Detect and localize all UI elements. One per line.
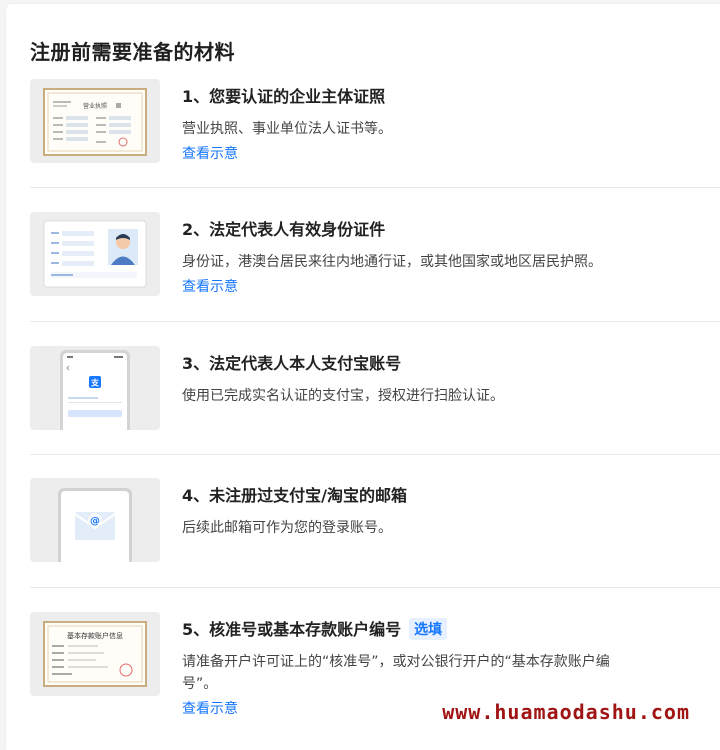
item-title-text: 5、核准号或基本存款账户编号: [182, 620, 402, 639]
view-example-link[interactable]: 查看示意: [182, 276, 238, 296]
item-description: 身份证，港澳台居民来往内地通行证，或其他国家或地区居民护照。: [182, 254, 602, 270]
item-description: 请准备开户许可证上的“核准号”，或对公银行开户的“基本存款账户编号”。: [182, 654, 610, 692]
item-description: 使用已完成实名认证的支付宝，授权进行扫脸认证。: [182, 388, 504, 404]
watermark: www.huamaodashu.com: [442, 700, 690, 724]
view-example-link[interactable]: 查看示意: [182, 698, 238, 718]
item-title: 3、法定代表人本人支付宝账号: [182, 354, 402, 373]
alipay-phone-thumbnail: 支: [30, 346, 160, 430]
list-item-alipay-account: 支 3、法定代表人本人支付宝账号 使用已完成实名认证的支付宝，授权进行扫脸认证。: [30, 346, 720, 436]
page-title: 注册前需要准备的材料: [30, 40, 235, 64]
item-title: 2、法定代表人有效身份证件: [182, 220, 386, 239]
svg-text:@: @: [90, 516, 100, 527]
item-description: 营业执照、事业单位法人证书等。: [182, 121, 392, 137]
email-thumbnail: @: [30, 478, 160, 562]
license-doc-title: 营业执照: [83, 102, 107, 110]
bank-certificate-thumbnail: 基本存款账户信息: [30, 612, 160, 696]
divider: [30, 187, 720, 188]
id-card-thumbnail: [30, 212, 160, 296]
item-description: 后续此邮箱可作为您的登录账号。: [182, 520, 392, 536]
materials-card: 注册前需要准备的材料 营业执照 1、您要认证的企业主体证照 营业执照、事业单位法…: [6, 4, 720, 750]
optional-tag: 选填: [409, 618, 448, 640]
business-license-thumbnail: 营业执照: [30, 79, 160, 163]
alipay-icon: 支: [90, 378, 100, 388]
list-item-business-license: 营业执照 1、您要认证的企业主体证照 营业执照、事业单位法人证书等。 查看示意: [30, 79, 720, 169]
view-example-link[interactable]: 查看示意: [182, 143, 238, 163]
certificate-doc-title: 基本存款账户信息: [67, 631, 123, 640]
item-title: 4、未注册过支付宝/淘宝的邮箱: [182, 486, 407, 505]
divider: [30, 321, 720, 322]
item-title: 1、您要认证的企业主体证照: [182, 87, 386, 106]
list-item-id-document: 2、法定代表人有效身份证件 身份证，港澳台居民来往内地通行证，或其他国家或地区居…: [30, 212, 720, 302]
item-title: 5、核准号或基本存款账户编号 选填: [182, 616, 448, 640]
divider: [30, 454, 720, 455]
list-item-email: @ 4、未注册过支付宝/淘宝的邮箱 后续此邮箱可作为您的登录账号。: [30, 478, 720, 568]
divider: [30, 587, 720, 588]
